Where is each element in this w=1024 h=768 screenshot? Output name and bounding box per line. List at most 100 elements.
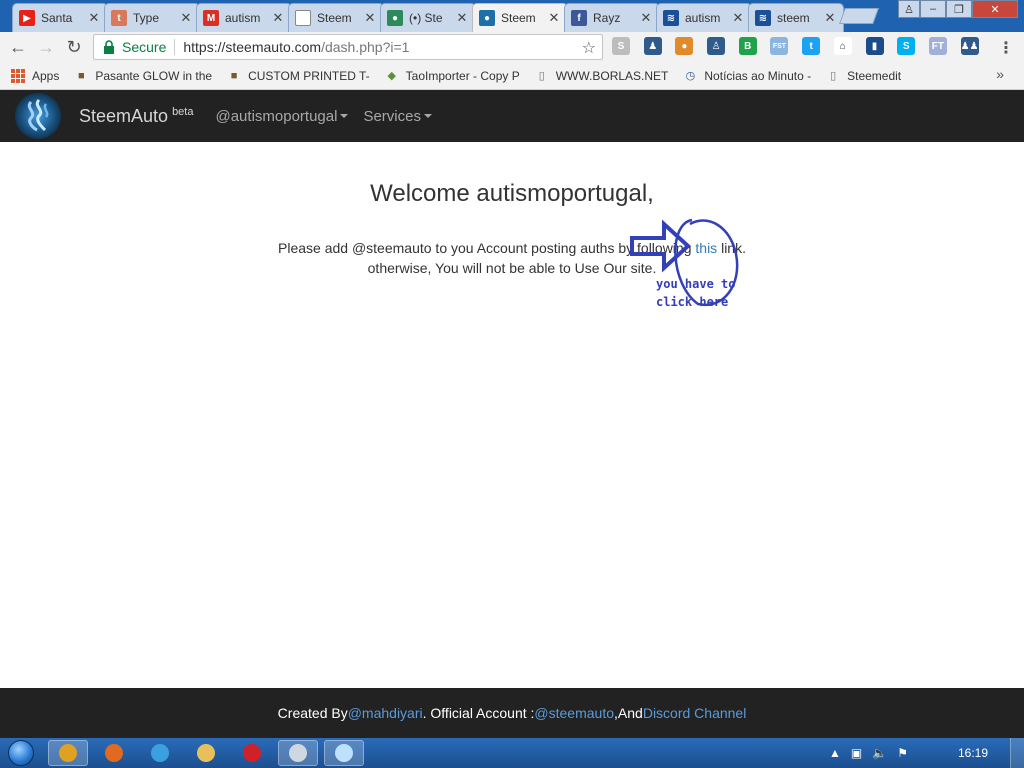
explorer-taskbar-button[interactable]	[186, 740, 226, 766]
windows-logo-icon	[8, 740, 34, 766]
shopify-icon: ◆	[387, 70, 396, 82]
firefox-taskbar-button[interactable]	[94, 740, 134, 766]
ft-icon[interactable]: FT	[928, 37, 947, 55]
bookmark-item[interactable]: ▯ WWW.BORLAS.NET	[534, 68, 669, 84]
browser-tab[interactable]: ▶ Santa ✕	[12, 3, 108, 32]
profile-icon[interactable]: ♙	[898, 0, 920, 18]
close-tab-icon[interactable]: ✕	[179, 10, 193, 26]
browser-tab[interactable]: ● (•) Ste ✕	[380, 3, 476, 32]
action-center-flag-icon[interactable]: ⚑	[897, 746, 908, 760]
services-menu-dropdown[interactable]: Services	[363, 108, 432, 125]
device-icon[interactable]: ▣	[851, 746, 862, 760]
close-tab-icon[interactable]: ✕	[363, 10, 377, 26]
address-bar[interactable]: Secure https://steemauto.com /dash.php?i…	[93, 34, 603, 60]
tab-title: (•) Ste	[409, 11, 443, 25]
discord-channel-link[interactable]: Discord Channel	[643, 705, 747, 721]
browser-tab[interactable]: ● Steem ✕	[472, 3, 568, 32]
tab-title: autism	[225, 11, 261, 25]
cookie-icon[interactable]: ●	[675, 37, 694, 55]
skype-blue-icon[interactable]: S	[897, 37, 916, 55]
browser-menu-icon[interactable]: ⋮	[998, 38, 1014, 58]
close-tab-icon[interactable]: ✕	[731, 10, 745, 26]
bookmark-item[interactable]: ▯ Steemedit	[825, 68, 901, 84]
bookmark-icon[interactable]: ▮	[865, 37, 884, 55]
bookmarks-bar: Apps ■ Pasante GLOW in the ■ CUSTOM PRINTED …	[0, 62, 1024, 90]
page-icon: ▯	[538, 70, 545, 82]
brand-name[interactable]: SteemAuto beta	[79, 106, 193, 127]
bookmark-item[interactable]: ■ Pasante GLOW in the	[73, 68, 212, 84]
message-line2-text: otherwise, You will not be able to Use O…	[367, 260, 657, 276]
close-tab-icon[interactable]: ✕	[639, 10, 653, 26]
chrome-taskbar-button[interactable]	[48, 740, 88, 766]
back-button[interactable]: ←	[4, 33, 32, 61]
maximize-button[interactable]: ❐	[946, 0, 972, 18]
browser-tab[interactable]: Mautism ✕	[196, 3, 292, 32]
welcome-heading: Welcome autismoportugal,	[370, 180, 654, 207]
notepad-taskbar-button[interactable]	[324, 740, 364, 766]
fst-icon[interactable]: FST	[770, 37, 789, 55]
show-desktop-button[interactable]	[1010, 738, 1024, 768]
twitter-icon[interactable]: t	[802, 37, 821, 55]
close-tab-icon[interactable]: ✕	[271, 10, 285, 26]
tab-title: Santa	[41, 11, 73, 25]
user-menu-dropdown[interactable]: @autismoportugal	[215, 108, 349, 125]
person-badge-icon[interactable]: ♙	[707, 37, 726, 55]
browser-tab[interactable]: ≋ autism ✕	[656, 3, 752, 32]
url-host: https://steemauto.com	[183, 39, 322, 55]
page-icon: ▯	[830, 70, 837, 82]
group-icon[interactable]: ♟♟	[960, 37, 979, 55]
bookmark-label: TaoImporter - Copy P	[405, 68, 520, 83]
youtube-icon: ▶	[19, 10, 35, 26]
bookmark-item[interactable]: ◆ TaoImporter - Copy P	[384, 68, 520, 84]
minimize-button[interactable]: –	[920, 0, 946, 18]
taskbar-clock[interactable]: 16:19	[958, 746, 988, 760]
ie-taskbar-button[interactable]	[140, 740, 180, 766]
start-button[interactable]	[0, 738, 42, 768]
author-link[interactable]: @mahdiyari	[348, 705, 423, 721]
tab-title: Steem	[317, 11, 352, 25]
brand-text: SteemAuto	[79, 105, 169, 126]
lock-icon	[104, 40, 114, 54]
annotation-line2: click here	[656, 295, 729, 309]
bookmark-item[interactable]: ■ CUSTOM PRINTED T-	[226, 68, 370, 84]
chrome-taskbar-icon	[59, 744, 77, 762]
steemit-icon: ≋	[755, 10, 771, 26]
show-hidden-icons-icon[interactable]: ▲	[829, 746, 841, 760]
new-tab-button[interactable]	[839, 8, 879, 24]
close-tab-icon[interactable]: ✕	[455, 10, 469, 26]
browser-tab[interactable]: Steem ✕	[288, 3, 384, 32]
tab-title: autism	[685, 11, 721, 25]
steemauto-logo[interactable]	[15, 93, 61, 139]
close-tab-icon[interactable]: ✕	[823, 10, 837, 26]
close-tab-icon[interactable]: ✕	[87, 10, 101, 26]
forward-button[interactable]: →	[32, 33, 60, 61]
close-tab-icon[interactable]: ✕	[547, 10, 561, 26]
home-icon[interactable]: ⌂	[833, 37, 852, 55]
contacts-icon[interactable]: ♟	[643, 37, 662, 55]
bookmark-item[interactable]: ◷ Notícias ao Minuto -	[682, 68, 812, 84]
skype-icon[interactable]: S	[612, 37, 630, 55]
facebook-icon: f	[571, 10, 587, 26]
clock-icon: ◷	[685, 70, 696, 82]
bookmarks-overflow-icon[interactable]: »	[996, 66, 1004, 82]
browser-tab[interactable]: f Rayz ✕	[564, 3, 660, 32]
opera-taskbar-button[interactable]	[232, 740, 272, 766]
official-account-link[interactable]: @steemauto	[534, 705, 614, 721]
steam-taskbar-icon	[289, 744, 307, 762]
browser-toolbar: ← → ↻ Secure https://steemauto.com /dash…	[0, 32, 1024, 62]
reload-button[interactable]: ↻	[60, 33, 88, 61]
b-icon[interactable]: B	[738, 37, 757, 55]
bag-icon: ■	[230, 69, 238, 82]
browser-tab[interactable]: t Type ✕	[104, 3, 200, 32]
volume-icon[interactable]: 🔈	[872, 746, 887, 760]
annotation-line1: you have to	[656, 277, 736, 291]
steam-taskbar-button[interactable]	[278, 740, 318, 766]
main-content: Welcome autismoportugal, Please add @ste…	[0, 142, 1024, 688]
opera-taskbar-icon	[243, 744, 261, 762]
bookmark-item[interactable]: Apps	[10, 68, 59, 84]
bookmark-star-icon[interactable]: ☆	[582, 38, 596, 58]
tab-title: Rayz	[593, 11, 621, 25]
bookmark-label: Pasante GLOW in the	[95, 68, 213, 83]
close-window-button[interactable]: ✕	[972, 0, 1018, 18]
browser-tab[interactable]: ≋ steem ✕	[748, 3, 844, 32]
